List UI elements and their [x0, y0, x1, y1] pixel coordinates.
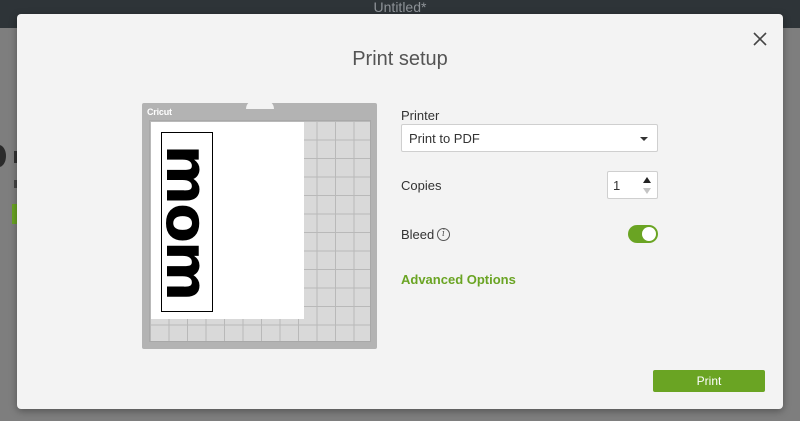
copies-label: Copies	[401, 178, 442, 193]
print-button[interactable]: Print	[653, 370, 765, 392]
document-title: Untitled*	[373, 0, 427, 15]
printer-select[interactable]: Print to PDF	[401, 124, 658, 152]
decrement-arrow-icon[interactable]	[643, 188, 651, 194]
dialog-title: Print setup	[352, 48, 448, 70]
mat-handle	[246, 100, 274, 109]
bleed-toggle[interactable]	[628, 225, 658, 243]
copies-value: 1	[613, 178, 621, 193]
design-preview: mom	[161, 132, 213, 312]
close-button[interactable]	[752, 31, 768, 47]
toggle-knob	[642, 227, 656, 241]
copies-stepper[interactable]: 1	[607, 171, 658, 199]
chevron-down-icon	[640, 137, 648, 141]
bleed-label: Bleed	[401, 227, 435, 242]
design-text: mom	[161, 144, 213, 300]
background-avatar	[0, 145, 6, 167]
print-setup-dialog: Print setup Cricut mom Printer Print to …	[17, 14, 783, 409]
info-icon[interactable]: i	[437, 228, 450, 241]
advanced-options-link[interactable]: Advanced Options	[401, 272, 516, 287]
printer-select-value: Print to PDF	[409, 131, 480, 146]
increment-arrow-icon[interactable]	[643, 177, 651, 183]
cricut-logo: Cricut	[147, 107, 172, 117]
print-preview-mat: Cricut mom	[142, 100, 377, 349]
close-icon	[753, 32, 767, 46]
printer-label: Printer	[401, 108, 440, 123]
